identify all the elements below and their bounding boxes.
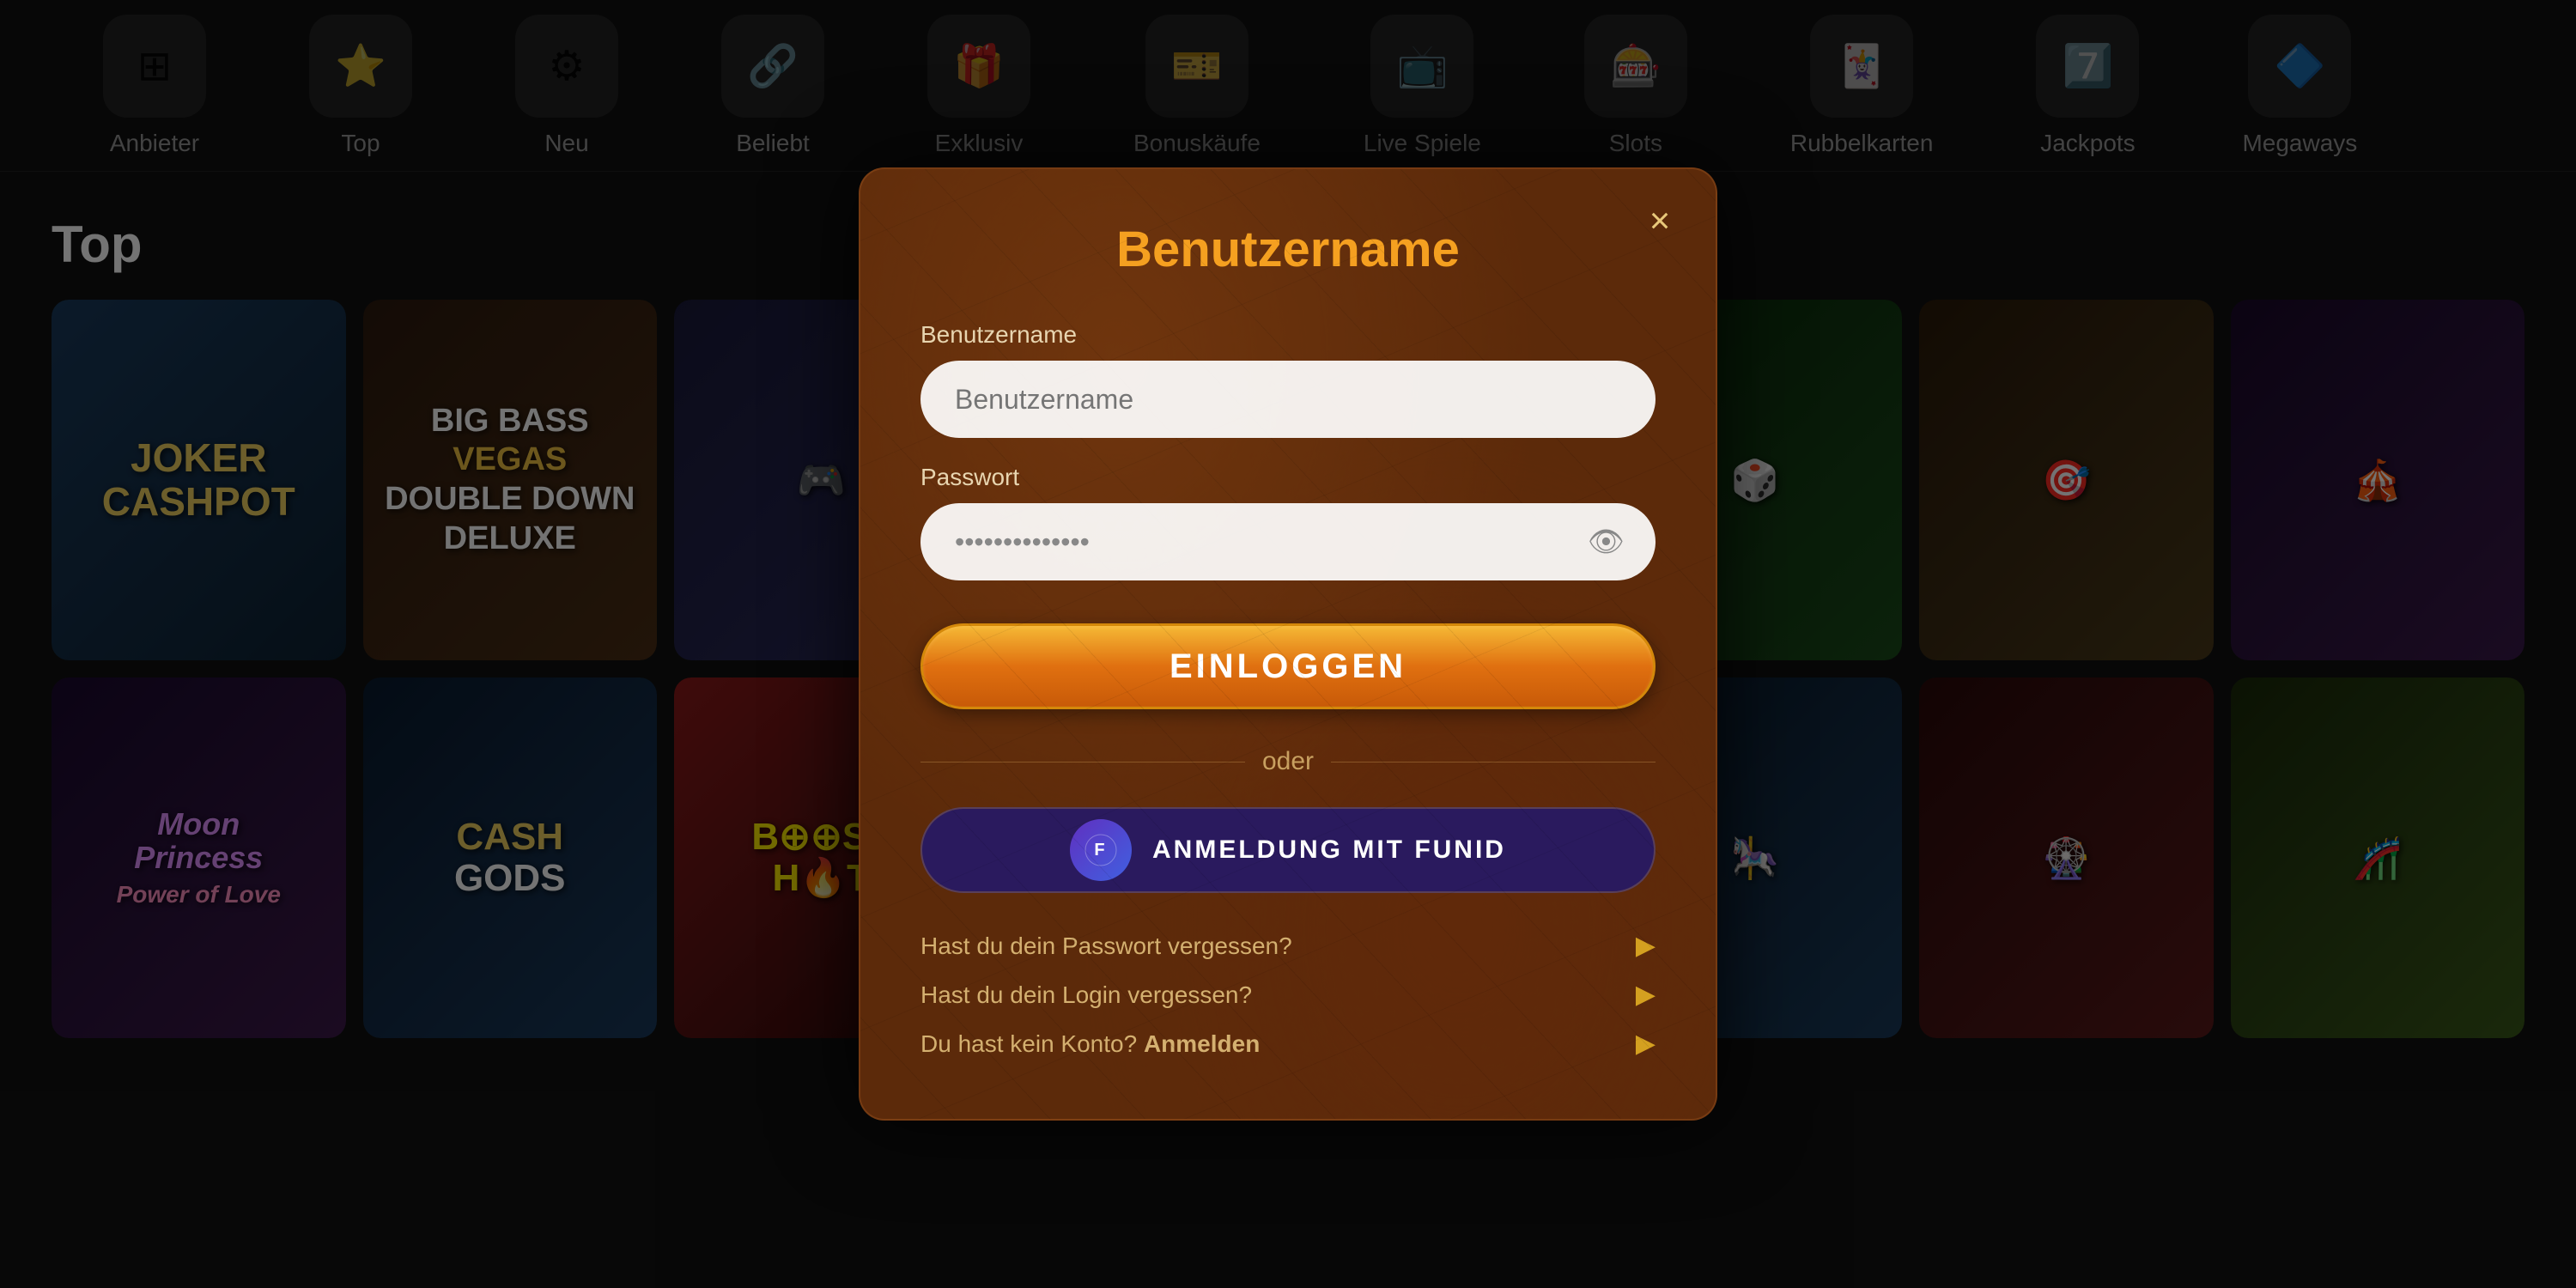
password-label: Passwort xyxy=(920,464,1656,491)
password-input-wrapper: 👁 xyxy=(920,503,1656,580)
register-row[interactable]: Du hast kein Konto? Anmelden ▶ xyxy=(920,1029,1656,1059)
divider: oder xyxy=(920,747,1656,776)
forgot-password-text: Hast du dein Passwort vergessen? xyxy=(920,933,1292,960)
forgot-login-arrow: ▶ xyxy=(1636,980,1656,1010)
links-section: Hast du dein Passwort vergessen? ▶ Hast … xyxy=(920,931,1656,1059)
username-label: Benutzername xyxy=(920,321,1656,349)
funid-logo-icon: F xyxy=(1084,833,1118,867)
modal-close-button[interactable]: × xyxy=(1634,195,1686,246)
funid-logo: F xyxy=(1070,819,1132,881)
funid-button[interactable]: F ANMELDUNG MIT FUNID xyxy=(920,807,1656,893)
forgot-password-row[interactable]: Hast du dein Passwort vergessen? ▶ xyxy=(920,931,1656,961)
funid-button-label: ANMELDUNG MIT FUNID xyxy=(1152,835,1506,865)
svg-text:F: F xyxy=(1094,841,1107,860)
no-account-text: Du hast kein Konto? Anmelden xyxy=(920,1030,1260,1058)
password-form-group: Passwort 👁 xyxy=(920,464,1656,580)
forgot-password-arrow: ▶ xyxy=(1636,931,1656,961)
username-input-wrapper xyxy=(920,361,1656,438)
divider-text: oder xyxy=(1262,747,1314,776)
password-input[interactable] xyxy=(920,503,1656,580)
username-input[interactable] xyxy=(920,361,1656,438)
password-toggle-icon[interactable]: 👁 xyxy=(1588,525,1625,559)
username-form-group: Benutzername xyxy=(920,321,1656,438)
forgot-login-row[interactable]: Hast du dein Login vergessen? ▶ xyxy=(920,980,1656,1010)
register-arrow: ▶ xyxy=(1636,1029,1656,1059)
login-modal: × Benutzername Benutzername Passwort 👁 E… xyxy=(859,167,1717,1121)
modal-backdrop: × Benutzername Benutzername Passwort 👁 E… xyxy=(0,0,2576,1288)
forgot-login-text: Hast du dein Login vergessen? xyxy=(920,981,1252,1009)
modal-title: Benutzername xyxy=(920,221,1656,278)
login-button[interactable]: EINLOGGEN xyxy=(920,623,1656,709)
